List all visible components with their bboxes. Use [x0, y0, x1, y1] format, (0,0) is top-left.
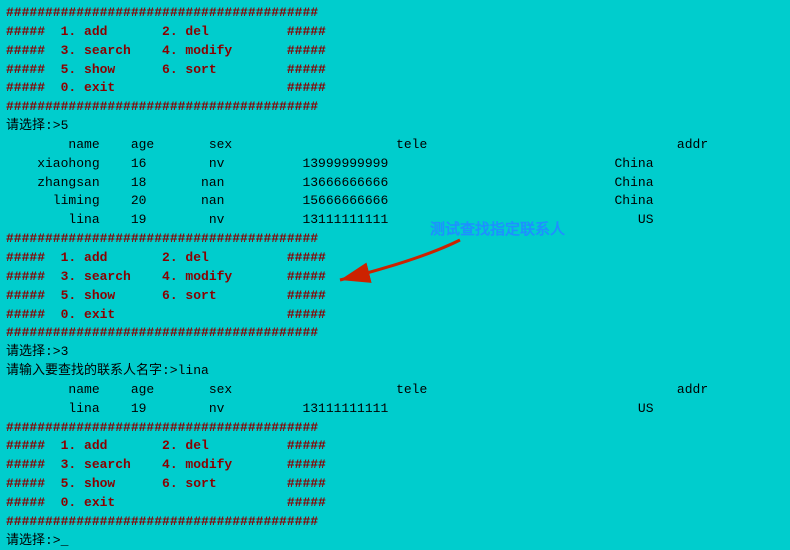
terminal-line: ##### 5. show 6. sort ##### — [6, 475, 424, 494]
terminal-line: zhangsan 18 nan 13666666666 China — [6, 174, 424, 193]
terminal-line: name age sex tele addr — [6, 136, 424, 155]
terminal-line: lina 19 nv 13111111111 US — [6, 400, 424, 419]
terminal-line: xiaohong 16 nv 13999999999 China — [6, 155, 424, 174]
terminal-line: ##### 1. add 2. del ##### — [6, 23, 424, 42]
terminal-line: name age sex tele addr — [6, 381, 424, 400]
terminal-line: ##### 3. search 4. modify ##### — [6, 42, 424, 61]
terminal-line: ##### 5. show 6. sort ##### — [6, 61, 424, 80]
terminal-line: ######################################## — [6, 324, 424, 343]
terminal-line: 请选择:>_ — [6, 532, 424, 550]
terminal-line: ######################################## — [6, 419, 424, 438]
terminal-line: 请选择:>5 — [6, 117, 424, 136]
terminal-line: ##### 0. exit ##### — [6, 494, 424, 513]
terminal-line: ##### 0. exit ##### — [6, 79, 424, 98]
arrow-indicator — [320, 230, 480, 290]
terminal-line: 请选择:>3 — [6, 343, 424, 362]
terminal-line: ######################################## — [6, 4, 424, 23]
terminal-line: ##### 0. exit ##### — [6, 306, 424, 325]
terminal-line: ######################################## — [6, 98, 424, 117]
terminal-line: 请输入要查找的联系人名字:>lina — [6, 362, 424, 381]
terminal-line: ##### 3. search 4. modify ##### — [6, 456, 424, 475]
terminal-line: ######################################## — [6, 513, 424, 532]
terminal-line: liming 20 nan 15666666666 China — [6, 192, 424, 211]
terminal-line: ##### 1. add 2. del ##### — [6, 437, 424, 456]
terminal-line: lina 19 nv 13111111111 US — [6, 211, 424, 230]
